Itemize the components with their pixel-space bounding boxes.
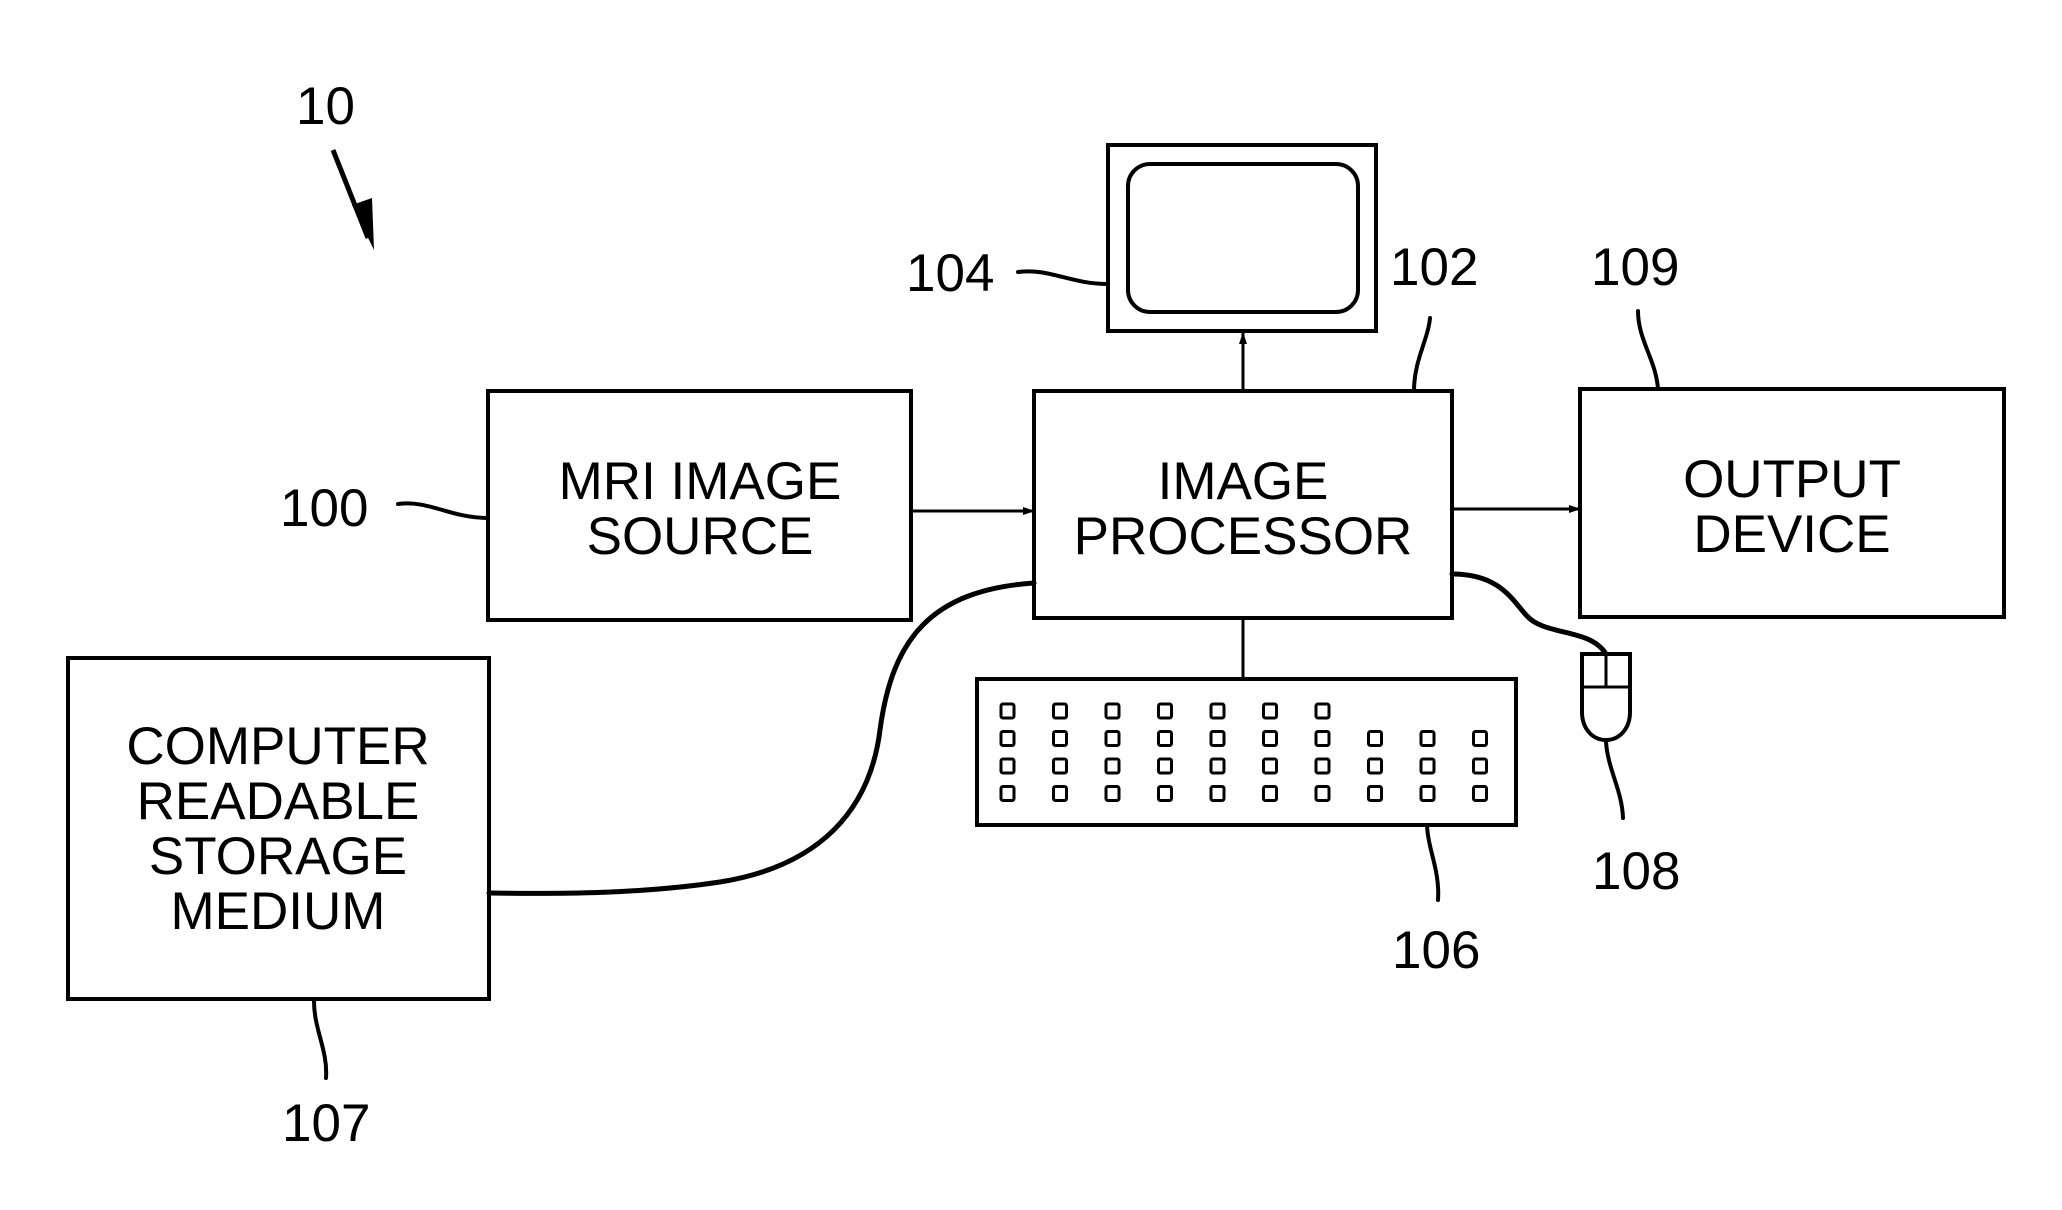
- storage-medium: COMPUTER READABLE STORAGE MEDIUM 107: [66, 580, 1037, 1153]
- mri-image-source: MRI IMAGE SOURCE 100: [280, 389, 913, 622]
- keyboard-key: [999, 730, 1016, 747]
- keyboard-key: [1472, 730, 1488, 747]
- storage-medium-line-4: MEDIUM: [171, 882, 386, 941]
- image-processor-line-2: PROCESSOR: [1074, 507, 1413, 566]
- output-device: OUTPUT DEVICE 109: [1578, 238, 2006, 619]
- keyboard-ref-label: 106: [1392, 921, 1480, 980]
- output-device-line-2: DEVICE: [1693, 505, 1890, 564]
- keyboard-leader-line: [1425, 823, 1441, 902]
- keyboard-key: [999, 757, 1016, 775]
- image-processor-ref-label: 102: [1390, 238, 1478, 297]
- keyboard-key: [1209, 702, 1226, 720]
- keyboard-key: [1314, 730, 1331, 747]
- keyboard-key: [1262, 785, 1278, 802]
- image-processor-line-1: IMAGE: [1158, 452, 1329, 511]
- storage-medium-leader-line: [312, 999, 329, 1080]
- keyboard-key: [1314, 785, 1331, 802]
- keyboard-key: [1157, 702, 1173, 720]
- storage-medium-line-3: STORAGE: [149, 827, 407, 886]
- keyboard-key: [999, 702, 1016, 720]
- keyboard-key: [1052, 785, 1068, 802]
- keyboard-key: [1472, 757, 1488, 775]
- mouse-leader-line: [1604, 740, 1625, 820]
- storage-medium-cable: [486, 580, 1037, 896]
- keyboard-key: [1472, 785, 1488, 802]
- keyboard-key: [1419, 757, 1436, 775]
- keyboard-key: [1419, 730, 1436, 747]
- keyboard-key: [1367, 785, 1383, 802]
- keyboard-key: [1104, 702, 1121, 720]
- mouse-ref-label: 108: [1592, 842, 1680, 901]
- system-block-diagram: 10 104 IMAGE PROCESSOR 102 MRI IMAGE SOU…: [66, 77, 2006, 1153]
- keyboard-key: [1104, 757, 1121, 775]
- mri-image-source-leader-line: [396, 501, 490, 520]
- keyboard-key: [1314, 702, 1331, 720]
- monitor-ref-label: 104: [906, 244, 994, 303]
- system-ref-label: 10: [296, 77, 355, 136]
- mri-image-source-line-2: SOURCE: [587, 507, 814, 566]
- keyboard-key: [1052, 730, 1068, 747]
- keyboard-body: [975, 677, 1518, 827]
- keyboard-key: [1367, 730, 1383, 747]
- keyboard: 106: [975, 618, 1518, 980]
- keyboard-key: [1209, 785, 1226, 802]
- keyboard-key: [1104, 785, 1121, 802]
- image-processor-leader-line: [1412, 316, 1432, 393]
- keyboard-key: [1157, 757, 1173, 775]
- monitor-screen: [1126, 162, 1360, 314]
- keyboard-key: [1157, 730, 1173, 747]
- keyboard-key: [1262, 757, 1278, 775]
- storage-medium-line-1: COMPUTER: [126, 717, 429, 776]
- keyboard-key: [1419, 785, 1436, 802]
- keyboard-key: [1052, 702, 1068, 720]
- output-device-ref-label: 109: [1591, 238, 1679, 297]
- keyboard-key: [1262, 702, 1278, 720]
- mri-image-source-ref-label: 100: [280, 479, 368, 538]
- monitor-leader-line: [1016, 269, 1110, 286]
- keyboard-key: [1157, 785, 1173, 802]
- output-device-leader-line: [1636, 309, 1660, 391]
- keyboard-key: [1367, 757, 1383, 775]
- keyboard-key: [1262, 730, 1278, 747]
- storage-medium-line-2: READABLE: [137, 772, 420, 831]
- keyboard-key: [1314, 757, 1331, 775]
- display-monitor: 104: [906, 143, 1378, 333]
- system-reference: 10: [296, 77, 374, 250]
- keyboard-key: [1209, 730, 1226, 747]
- system-ref-arrowhead: [352, 198, 374, 250]
- keyboard-key: [1104, 730, 1121, 747]
- output-device-line-1: OUTPUT: [1683, 450, 1901, 509]
- storage-medium-ref-label: 107: [282, 1094, 370, 1153]
- keyboard-key: [1052, 757, 1068, 775]
- keyboard-key: [1209, 757, 1226, 775]
- mri-image-source-line-1: MRI IMAGE: [559, 452, 842, 511]
- keyboard-key: [999, 785, 1016, 802]
